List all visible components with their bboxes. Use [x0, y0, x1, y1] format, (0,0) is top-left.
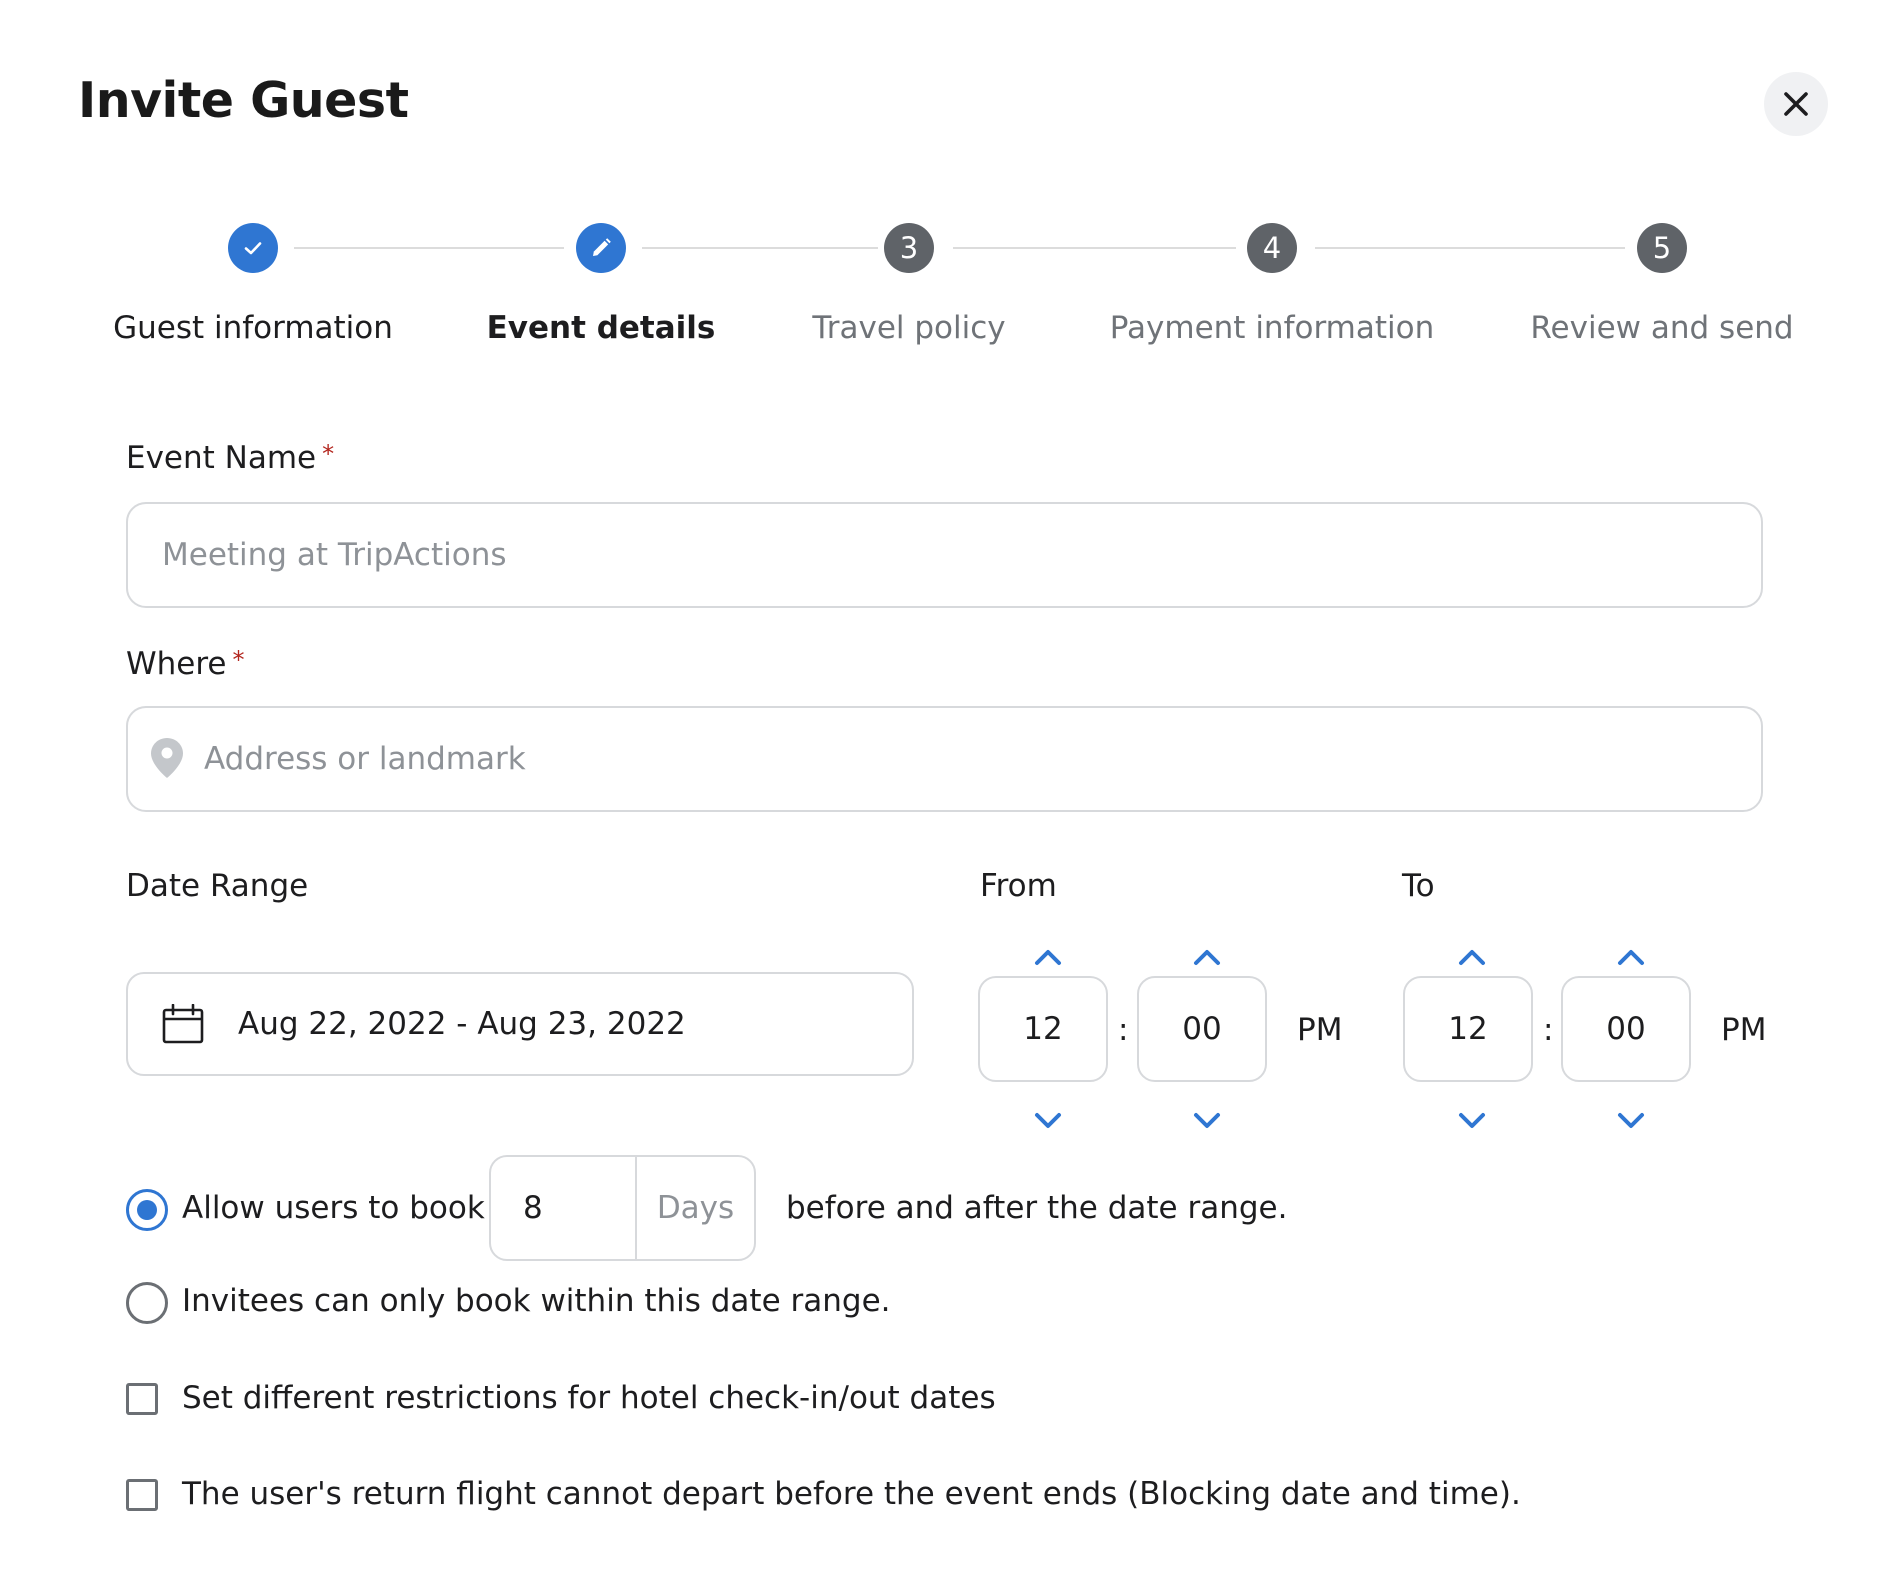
- step-connector: [953, 247, 1236, 249]
- calendar-icon: [162, 1004, 204, 1044]
- hotel-restrictions-checkbox[interactable]: [126, 1383, 158, 1415]
- to-minute-increment[interactable]: [1611, 942, 1651, 972]
- step-label-travel-policy[interactable]: Travel policy: [812, 310, 1005, 346]
- to-period-toggle[interactable]: PM: [1721, 1012, 1766, 1048]
- to-hour-input[interactable]: 12: [1403, 976, 1533, 1082]
- from-minute-input[interactable]: 00: [1137, 976, 1267, 1082]
- date-range-label: Date Range: [126, 868, 309, 904]
- event-name-label: Event Name *: [126, 440, 334, 476]
- to-hour-increment[interactable]: [1452, 942, 1492, 972]
- from-hour-decrement[interactable]: [1028, 1106, 1068, 1136]
- step-3-indicator[interactable]: 3: [884, 223, 934, 273]
- to-label: To: [1402, 868, 1435, 904]
- chevron-up-icon: [1194, 950, 1220, 965]
- step-connector: [1315, 247, 1625, 249]
- from-minute-decrement[interactable]: [1187, 1106, 1227, 1136]
- step-label-review-and-send[interactable]: Review and send: [1530, 310, 1793, 346]
- event-name-label-text: Event Name: [126, 440, 317, 476]
- within-range-label: Invitees can only book within this date …: [182, 1283, 891, 1319]
- step-2-indicator[interactable]: [576, 223, 626, 273]
- step-connector: [642, 247, 878, 249]
- to-minute-input[interactable]: 00: [1561, 976, 1691, 1082]
- chevron-up-icon: [1618, 950, 1644, 965]
- allow-book-suffix: before and after the date range.: [786, 1190, 1288, 1226]
- step-label-guest-information[interactable]: Guest information: [113, 310, 393, 346]
- chevron-down-icon: [1035, 1113, 1061, 1128]
- time-separator: :: [1543, 1012, 1554, 1048]
- chevron-down-icon: [1618, 1113, 1644, 1128]
- required-marker: *: [322, 440, 335, 468]
- step-4-indicator[interactable]: 4: [1247, 223, 1297, 273]
- where-input[interactable]: [126, 706, 1763, 812]
- from-minute-increment[interactable]: [1187, 942, 1227, 972]
- where-label: Where *: [126, 646, 245, 682]
- map-pin-icon: [151, 738, 183, 778]
- to-hour-decrement[interactable]: [1452, 1106, 1492, 1136]
- chevron-down-icon: [1194, 1113, 1220, 1128]
- from-label: From: [980, 868, 1057, 904]
- chevron-up-icon: [1035, 950, 1061, 965]
- return-flight-checkbox[interactable]: [126, 1479, 158, 1511]
- date-range-picker[interactable]: Aug 22, 2022 - Aug 23, 2022: [126, 972, 914, 1076]
- step-label-event-details[interactable]: Event details: [487, 310, 716, 346]
- allow-book-radio[interactable]: [126, 1189, 168, 1231]
- to-minute-decrement[interactable]: [1611, 1106, 1651, 1136]
- time-separator: :: [1118, 1012, 1129, 1048]
- step-connector: [294, 247, 564, 249]
- check-icon: [244, 242, 262, 255]
- step-5-indicator[interactable]: 5: [1637, 223, 1687, 273]
- chevron-up-icon: [1459, 950, 1485, 965]
- days-unit-label: Days: [656, 1190, 735, 1226]
- hotel-restrictions-label: Set different restrictions for hotel che…: [182, 1380, 996, 1416]
- chevron-down-icon: [1459, 1113, 1485, 1128]
- where-label-text: Where: [126, 646, 227, 682]
- required-marker: *: [232, 646, 245, 674]
- allow-book-label: Allow users to book: [182, 1190, 485, 1226]
- progress-stepper: 3 4 5 Guest information Event details Tr…: [0, 0, 1882, 360]
- days-input-group: 8 Days: [489, 1155, 756, 1261]
- pencil-icon: [593, 238, 611, 256]
- step-1-indicator[interactable]: [228, 223, 278, 273]
- from-period-toggle[interactable]: PM: [1297, 1012, 1342, 1048]
- days-input[interactable]: 8: [491, 1157, 637, 1259]
- return-flight-label: The user's return flight cannot depart b…: [182, 1476, 1521, 1512]
- step-label-payment-information[interactable]: Payment information: [1110, 310, 1435, 346]
- from-hour-increment[interactable]: [1028, 942, 1068, 972]
- date-range-value: Aug 22, 2022 - Aug 23, 2022: [238, 1006, 686, 1042]
- within-range-radio[interactable]: [126, 1282, 168, 1324]
- from-hour-input[interactable]: 12: [978, 976, 1108, 1082]
- event-name-input[interactable]: [126, 502, 1763, 608]
